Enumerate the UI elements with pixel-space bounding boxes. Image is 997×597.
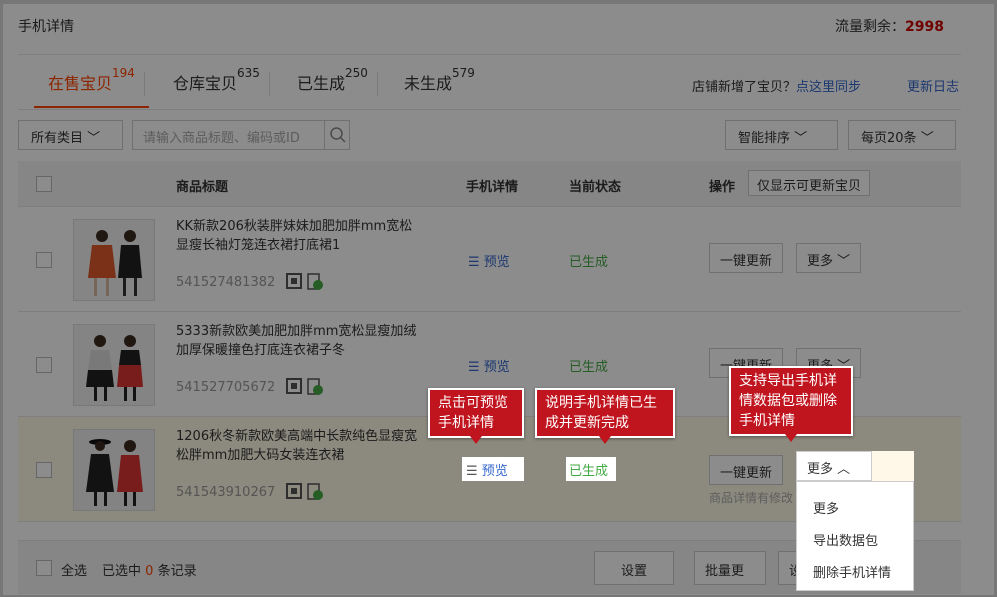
- product-image[interactable]: [73, 429, 155, 511]
- update-log-link[interactable]: 更新日志: [907, 76, 959, 95]
- tab-bar: 在售宝贝194 仓库宝贝635 已生成250 未生成579 店铺新增了宝贝？点这…: [18, 62, 961, 110]
- table-row: KK新款206秋装胖妹妹加肥加胖mm宽松显瘦长袖灯笼连衣裙打底裙1 541527…: [18, 207, 961, 312]
- chevron-down-icon: ﹀: [794, 131, 808, 146]
- chevron-down-icon: ﹀: [920, 131, 934, 146]
- select-all-label: 全选: [61, 564, 88, 579]
- search-input[interactable]: 请输入商品标题、编码或ID: [132, 120, 350, 150]
- select-all-checkbox[interactable]: [36, 560, 52, 576]
- callout-more: 支持导出手机详情数据包或删除手机详情: [729, 366, 853, 442]
- status-text: 已生成: [566, 457, 616, 481]
- settings-button[interactable]: 设置: [594, 551, 674, 585]
- search-icon[interactable]: [324, 121, 350, 149]
- sort-select[interactable]: 智能排序 ﹀: [725, 120, 838, 150]
- col-mobile: 手机详情: [466, 180, 519, 195]
- tab-separator: [144, 72, 145, 96]
- update-button[interactable]: 一键更新: [709, 455, 784, 485]
- batch-update-button[interactable]: 批量更: [694, 551, 766, 585]
- product-code: 541527705672: [176, 380, 276, 395]
- product-image[interactable]: [73, 324, 155, 406]
- product-code: 541543910267: [176, 485, 276, 500]
- quota-label: 流量剩余：: [835, 19, 906, 35]
- list-icon: ☰: [466, 464, 482, 479]
- row-checkbox[interactable]: [36, 462, 52, 478]
- tab-warehouse[interactable]: 仓库宝贝635: [173, 66, 260, 94]
- row-checkbox[interactable]: [36, 357, 52, 373]
- status-text: 已生成: [569, 360, 609, 375]
- more-button[interactable]: 更多 ︿: [796, 451, 872, 481]
- divider: [18, 54, 961, 55]
- chevron-up-icon: ︿: [837, 462, 851, 477]
- chevron-down-icon: ﹀: [87, 131, 101, 146]
- preview-link[interactable]: ☰ 预览: [468, 356, 510, 375]
- only-updatable-button[interactable]: 仅显示可更新宝贝: [748, 170, 871, 196]
- category-select[interactable]: 所有类目 ﹀: [18, 120, 123, 150]
- page-frame: 手机详情 流量剩余：2998 在售宝贝194 仓库宝贝635 已生成250 未生…: [3, 4, 994, 595]
- chevron-down-icon: ﹀: [837, 254, 851, 269]
- col-title: 商品标题: [176, 180, 229, 195]
- page-title: 手机详情: [18, 19, 74, 35]
- preview-link[interactable]: ☰ 预览: [468, 251, 510, 270]
- more-button-area: 更多 ︿: [796, 451, 914, 481]
- qr-icon[interactable]: [286, 273, 326, 295]
- sync-prompt: 店铺新增了宝贝？点这里同步: [691, 80, 861, 95]
- sync-link[interactable]: 点这里同步: [796, 80, 861, 95]
- callout-preview: 点击可预览手机详情: [428, 388, 524, 444]
- product-title[interactable]: 1206秋冬新款欧美高端中长款纯色显瘦宽松胖mm加肥大码女装连衣裙: [176, 427, 421, 465]
- col-ops: 操作: [709, 180, 736, 195]
- update-button[interactable]: 一键更新: [709, 243, 784, 273]
- header-checkbox[interactable]: [36, 176, 52, 192]
- product-title[interactable]: KK新款206秋装胖妹妹加肥加胖mm宽松显瘦长袖灯笼连衣裙打底裙1: [176, 217, 421, 255]
- preview-link[interactable]: ☰ 预览: [462, 457, 524, 481]
- row-checkbox[interactable]: [36, 252, 52, 268]
- quota-value: 2998: [905, 19, 944, 35]
- status-text: 已生成: [569, 255, 609, 270]
- callout-status: 说明手机详情已生成并更新完成: [535, 388, 675, 444]
- menu-item-export[interactable]: 导出数据包: [813, 530, 878, 549]
- list-icon: ☰: [468, 360, 484, 375]
- tab-generated[interactable]: 已生成250: [297, 66, 368, 94]
- list-icon: ☰: [468, 255, 484, 270]
- product-title[interactable]: 5333新款欧美加肥加胖mm宽松显瘦加绒加厚保暖撞色打底连衣裙子冬: [176, 322, 421, 360]
- more-dropdown-menu: 更多 导出数据包 删除手机详情: [796, 481, 914, 591]
- tab-separator: [377, 72, 378, 96]
- product-code: 541527481382: [176, 275, 276, 290]
- menu-item-delete[interactable]: 删除手机详情: [813, 562, 891, 581]
- menu-item-more[interactable]: 更多: [813, 498, 839, 517]
- per-page-select[interactable]: 每页20条 ﹀: [848, 120, 956, 150]
- table-header: 商品标题 手机详情 当前状态 操作 仅显示可更新宝贝: [18, 161, 961, 207]
- qr-icon[interactable]: [286, 483, 326, 505]
- top-bar: 手机详情 流量剩余：2998: [3, 4, 994, 50]
- tab-separator: [269, 72, 270, 96]
- selected-count: 已选中 0 条记录: [102, 564, 197, 579]
- qr-icon[interactable]: [286, 378, 326, 400]
- tab-not-generated[interactable]: 未生成579: [404, 66, 475, 94]
- more-button[interactable]: 更多 ﹀: [796, 243, 862, 273]
- product-image[interactable]: [73, 219, 155, 301]
- quota-display: 流量剩余：2998: [835, 16, 944, 36]
- tab-on-sale[interactable]: 在售宝贝194: [34, 66, 149, 108]
- col-status: 当前状态: [569, 180, 622, 195]
